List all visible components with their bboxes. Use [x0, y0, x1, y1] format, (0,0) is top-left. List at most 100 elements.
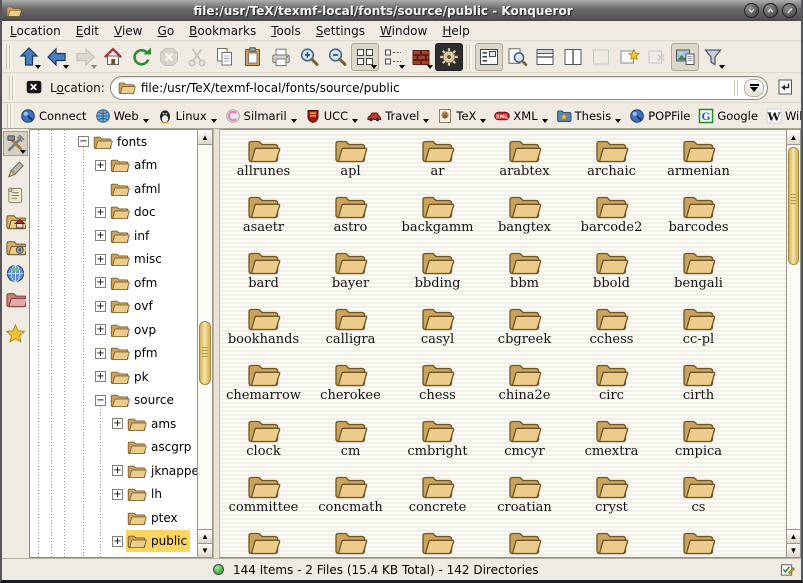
folder-astro[interactable]: astro [307, 192, 394, 248]
tree-expander-icon[interactable]: − [95, 395, 106, 406]
folder-partial[interactable] [568, 528, 655, 558]
split-view-left-right-button[interactable] [559, 43, 587, 71]
folder-cc-pl[interactable]: cc-pl [655, 304, 742, 360]
folder-apl[interactable]: apl [307, 136, 394, 192]
sidebar-config-button[interactable] [3, 131, 28, 156]
tree-item-doc[interactable]: +doc [30, 201, 197, 225]
sidebar-bookmarks-button[interactable] [3, 321, 28, 346]
tree-expander-icon[interactable]: + [95, 301, 106, 312]
tree-expander-icon[interactable]: + [95, 277, 106, 288]
split-view-top-bottom-button[interactable] [531, 43, 559, 71]
folder-asaetr[interactable]: asaetr [220, 192, 307, 248]
folder-bbm[interactable]: bbm [481, 248, 568, 304]
tree-expander-icon[interactable]: + [95, 207, 106, 218]
folder-concmath[interactable]: concmath [307, 472, 394, 528]
tree-expander-icon[interactable]: + [112, 536, 123, 547]
filter-button[interactable] [699, 43, 727, 71]
bookmark-connect[interactable]: Connect [16, 107, 91, 125]
menu-help[interactable]: Help [442, 24, 469, 38]
folder-bengali[interactable]: bengali [655, 248, 742, 304]
tree-item-pk[interactable]: +pk [30, 365, 197, 389]
folder-barcodes[interactable]: barcodes [655, 192, 742, 248]
title-bar[interactable]: file:/usr/TeX/texmf-local/fonts/source/p… [2, 0, 801, 21]
folder-chess[interactable]: chess [394, 360, 481, 416]
tree-item-afm[interactable]: +afm [30, 154, 197, 178]
tree-item-source[interactable]: −source [30, 389, 197, 413]
folder-cmextra[interactable]: cmextra [568, 416, 655, 472]
menu-bookmarks[interactable]: Bookmarks [189, 24, 256, 38]
folder-bangtex[interactable]: bangtex [481, 192, 568, 248]
tree-expander-icon[interactable]: − [78, 136, 89, 147]
folder-bbding[interactable]: bbding [394, 248, 481, 304]
tree-scroll-up-button-2[interactable]: ▲ [198, 529, 212, 543]
folder-cmbright[interactable]: cmbright [394, 416, 481, 472]
folder-partial[interactable] [481, 528, 568, 558]
folder-cs[interactable]: cs [655, 472, 742, 528]
folder-archaic[interactable]: archaic [568, 136, 655, 192]
tree-item-ams[interactable]: +ams [30, 412, 197, 436]
tree-item-pfm[interactable]: +pfm [30, 342, 197, 366]
image-preview-button[interactable] [671, 43, 699, 71]
folder-calligra[interactable]: calligra [307, 304, 394, 360]
location-dropdown-button[interactable] [744, 79, 764, 97]
folder-china2e[interactable]: china2e [481, 360, 568, 416]
main-scrollbar[interactable]: ▲ ▲ ▼ [786, 129, 801, 558]
tree-item-public[interactable]: +public [30, 530, 197, 554]
bookmark-google[interactable]: GGoogle [694, 107, 762, 125]
menu-location[interactable]: Location [10, 24, 61, 38]
folder-bbold[interactable]: bbold [568, 248, 655, 304]
bookmark-travel[interactable]: Travel [362, 107, 433, 125]
location-toolbar-drag-handle[interactable] [9, 76, 15, 100]
bookmark-toolbar-drag-handle[interactable] [7, 104, 13, 128]
folder-partial[interactable] [307, 528, 394, 558]
folder-concrete[interactable]: concrete [394, 472, 481, 528]
page-security-icon[interactable] [780, 562, 795, 577]
sidebar-services-button[interactable] [3, 235, 28, 260]
bookmark-popfile[interactable]: POPFile [625, 107, 694, 125]
navigation-panel-button[interactable] [475, 43, 503, 71]
folder-croatian[interactable]: croatian [481, 472, 568, 528]
tree-item-ovf[interactable]: +ovf [30, 295, 197, 319]
folder-backgamm[interactable]: backgamm [394, 192, 481, 248]
folder-partial[interactable] [220, 528, 307, 558]
tree-expander-icon[interactable]: + [95, 348, 106, 359]
menu-view[interactable]: View [114, 24, 142, 38]
tree-expander-icon[interactable]: + [112, 465, 123, 476]
tree-item-ascgrp[interactable]: ascgrp [30, 436, 197, 460]
main-scroll-down-button[interactable]: ▼ [787, 543, 800, 557]
icon-view-button[interactable] [351, 43, 379, 71]
folder-cm[interactable]: cm [307, 416, 394, 472]
bookmark-wikipedia[interactable]: WWikipedia [762, 107, 801, 125]
main-scroll-track[interactable] [787, 145, 800, 529]
home-button[interactable] [99, 43, 127, 71]
bookmark-linux[interactable]: Linux [153, 107, 221, 125]
zoom-out-button[interactable] [323, 43, 351, 71]
tree-expander-icon[interactable]: + [112, 418, 123, 429]
folder-circ[interactable]: circ [568, 360, 655, 416]
tree-expander-icon[interactable]: + [95, 160, 106, 171]
tree-scrollbar[interactable]: ▲ ▲ ▼ [197, 129, 213, 558]
folder-cmpica[interactable]: cmpica [655, 416, 742, 472]
tree-scroll-up-button[interactable]: ▲ [198, 130, 212, 145]
print-button[interactable] [267, 43, 295, 71]
bookmark-tex[interactable]: TeX [433, 107, 490, 125]
tree-item-ptex[interactable]: ptex [30, 506, 197, 530]
copy-button[interactable] [211, 43, 239, 71]
folder-committee[interactable]: committee [220, 472, 307, 528]
tree-expander-icon[interactable]: + [95, 371, 106, 382]
menu-tools[interactable]: Tools [271, 24, 301, 38]
tree-item-afml[interactable]: afml [30, 177, 197, 201]
tree-item-fonts[interactable]: −fonts [30, 130, 197, 154]
tree-scroll-thumb[interactable] [199, 321, 211, 385]
panel-splitter[interactable] [213, 129, 220, 558]
go-button[interactable] [773, 76, 797, 100]
menu-edit[interactable]: Edit [76, 24, 99, 38]
main-scroll-thumb[interactable] [788, 147, 799, 265]
folder-allrunes[interactable]: allrunes [220, 136, 307, 192]
sidebar-home-folder-button[interactable] [3, 209, 28, 234]
multicolumn-view-button[interactable] [407, 43, 435, 71]
sidebar-root-folder-button[interactable] [3, 287, 28, 312]
main-scroll-up-button-2[interactable]: ▲ [787, 529, 800, 543]
folder-ar[interactable]: ar [394, 136, 481, 192]
folder-bookhands[interactable]: bookhands [220, 304, 307, 360]
